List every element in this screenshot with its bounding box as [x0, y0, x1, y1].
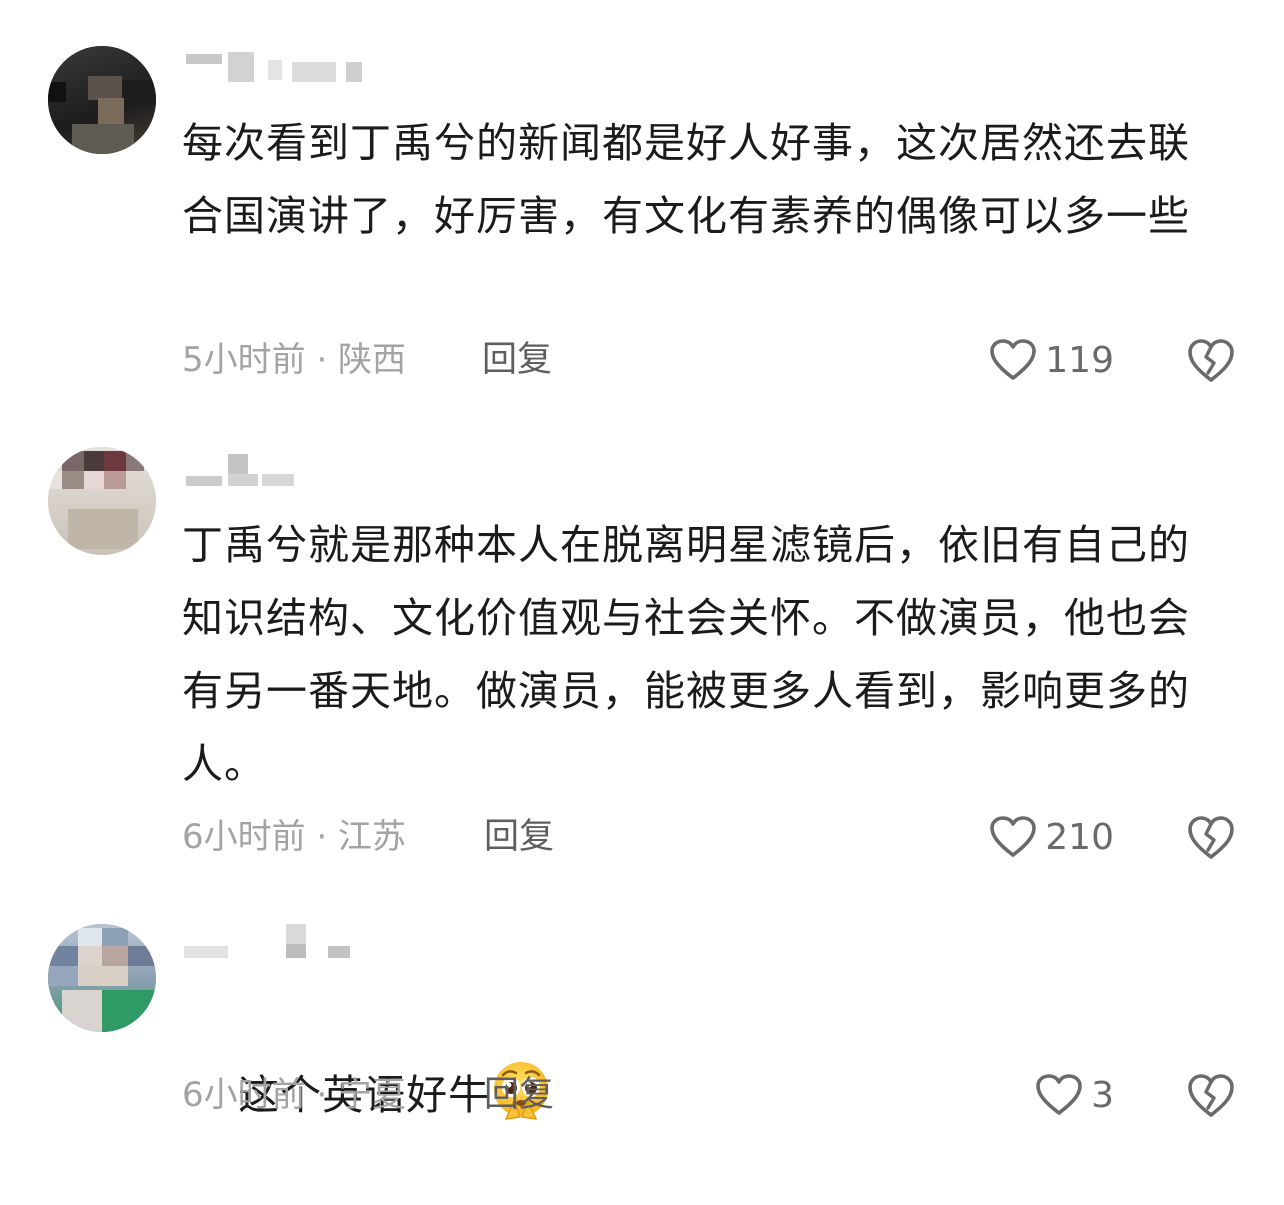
avatar-mosaic — [128, 946, 156, 966]
heart-outline-icon — [1036, 1074, 1082, 1115]
avatar[interactable] — [48, 924, 156, 1032]
like-button[interactable]: 3 — [1035, 1070, 1114, 1120]
reply-button[interactable]: 回复 — [484, 1070, 554, 1120]
avatar-mosaic — [102, 946, 128, 966]
comment-item: 这个英语好牛 6小时前 · 宁夏 回复 3 — [0, 0, 1284, 1175]
like-count: 3 — [1091, 1074, 1114, 1116]
avatar-mosaic — [48, 946, 78, 966]
avatar-mosaic — [48, 966, 78, 986]
dislike-button[interactable] — [1186, 1070, 1236, 1120]
avatar-mosaic — [78, 928, 102, 946]
avatar-mosaic — [102, 990, 156, 1032]
avatar-mosaic — [78, 946, 102, 966]
avatar-mosaic — [78, 966, 128, 986]
comment-time-location: 6小时前 · 宁夏 — [182, 1075, 407, 1115]
username-obscured[interactable] — [182, 924, 372, 958]
avatar-mosaic — [62, 990, 102, 1032]
avatar-mosaic — [102, 928, 128, 946]
broken-heart-icon — [1188, 1074, 1234, 1117]
